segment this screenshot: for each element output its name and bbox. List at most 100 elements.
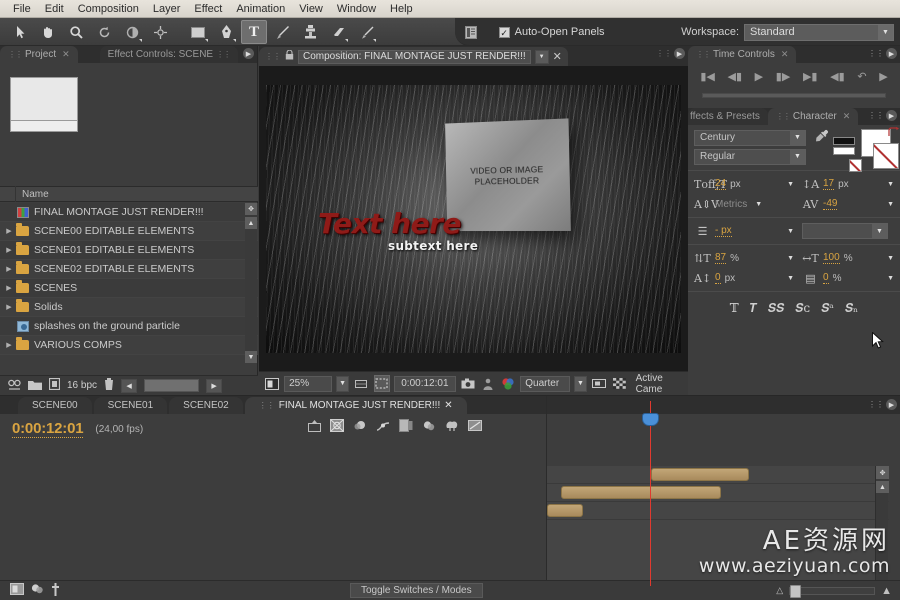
next-frame-icon[interactable]: ▮▶ [776, 70, 791, 83]
scroll-left-button[interactable]: ◀ [121, 379, 137, 393]
first-frame-icon[interactable]: ▮◀ [700, 70, 715, 83]
render-icon[interactable] [51, 583, 60, 599]
menu-composition[interactable]: Composition [71, 0, 146, 18]
twirl-icon[interactable]: ▶ [3, 284, 15, 292]
chevron-down-icon[interactable]: ▼ [535, 50, 549, 64]
resolution-chevron-down-icon[interactable]: ▼ [574, 376, 588, 392]
project-item-folder-solids[interactable]: ▶ Solids [0, 298, 258, 317]
shuttle-slider[interactable] [702, 93, 886, 98]
brush-tool-icon[interactable] [269, 20, 295, 44]
tab-scene02[interactable]: SCENE02 [169, 397, 243, 414]
twirl-icon[interactable]: ▶ [3, 227, 15, 235]
small-caps-icon[interactable]: 𝑺ᴄ [795, 301, 810, 316]
project-item-folder-scene01[interactable]: ▶ SCENE01 EDITABLE ELEMENTS [0, 241, 258, 260]
headline-text[interactable]: Text here [318, 207, 461, 240]
toggle-mask-icon[interactable] [591, 375, 607, 392]
kerning-chevron-down-icon[interactable]: ▼ [755, 201, 762, 208]
tsume-chevron-down-icon[interactable]: ▼ [887, 275, 894, 282]
stroke-width-value[interactable]: - px [715, 225, 732, 237]
kerning-value[interactable]: Metrics [715, 199, 747, 210]
panel-menu-icon[interactable]: ▶ [674, 48, 685, 59]
comp-mini-flowchart-icon[interactable] [31, 583, 44, 598]
roto-brush-tool-icon[interactable] [353, 20, 379, 44]
tab-effects-presets[interactable]: ffects & Presets [688, 108, 768, 125]
bit-depth-label[interactable]: 16 bpc [67, 380, 97, 391]
camera-tool-icon[interactable] [119, 20, 145, 44]
camera-view-label[interactable]: Active Came [632, 376, 688, 392]
menu-animation[interactable]: Animation [229, 0, 292, 18]
close-icon[interactable]: ✕ [843, 111, 851, 122]
close-icon[interactable]: ✕ [62, 49, 70, 60]
scroll-right-button[interactable]: ▶ [206, 379, 222, 393]
close-icon[interactable]: ✕ [444, 400, 452, 411]
composition-panel-menu[interactable]: ⋮⋮ ▶ [656, 48, 685, 59]
twirl-icon[interactable]: ▶ [3, 246, 15, 254]
toggle-switches-modes-button[interactable]: Toggle Switches / Modes [350, 583, 483, 598]
stroke-type-select[interactable]: ▼ [802, 223, 888, 239]
no-color-icon[interactable] [849, 159, 862, 172]
default-colors-icon[interactable] [833, 137, 855, 157]
subtext-text[interactable]: subtext here [388, 239, 478, 253]
last-frame-icon[interactable]: ▶▮ [803, 70, 818, 83]
grid-guides-icon[interactable] [353, 375, 369, 392]
timeline-zoom-slider[interactable] [789, 587, 875, 595]
composition-viewer[interactable]: VIDEO OR IMAGE PLACEHOLDER Text here sub… [259, 66, 688, 371]
tab-time-controls[interactable]: ⋮⋮ Time Controls ✕ [688, 46, 796, 63]
chevron-down-icon[interactable]: ▼ [790, 150, 805, 164]
draft-3d-icon[interactable] [330, 419, 344, 435]
menu-layer[interactable]: Layer [146, 0, 188, 18]
timeline-current-time[interactable]: 0:00:12:01 [12, 420, 83, 438]
tab-effect-controls[interactable]: Effect Controls: SCENE ⋮⋮ [100, 46, 238, 63]
eraser-tool-icon[interactable] [325, 20, 351, 44]
project-panel-menu[interactable]: ▶ [243, 48, 254, 59]
menu-edit[interactable]: Edit [38, 0, 71, 18]
close-icon[interactable]: ✕ [781, 49, 789, 60]
time-controls-panel-menu[interactable]: ⋮⋮ ▶ [868, 48, 897, 59]
auto-open-panels-checkbox[interactable]: ✓ [499, 27, 510, 38]
panels-icon[interactable] [458, 20, 484, 44]
project-item-comp[interactable]: FINAL MONTAGE JUST RENDER!!! [0, 203, 258, 222]
frame-blend-icon[interactable] [422, 420, 436, 435]
audio-icon[interactable]: ◀▮ [830, 70, 845, 83]
timeline-panel-menu[interactable]: ⋮⋮ ▶ [868, 399, 897, 410]
timeline-track-2[interactable] [547, 484, 889, 502]
selection-tool-icon[interactable] [7, 20, 33, 44]
tracking-chevron-down-icon[interactable]: ▼ [887, 201, 894, 208]
layer-duration-bar[interactable] [561, 486, 721, 499]
zoom-out-timeline-icon[interactable]: △ [776, 585, 783, 596]
rotation-tool-icon[interactable] [91, 20, 117, 44]
project-footer-slider[interactable] [144, 379, 199, 392]
transparency-grid-icon[interactable] [611, 375, 627, 392]
chevron-down-icon[interactable]: ▼ [872, 224, 887, 238]
twirl-icon[interactable]: ▶ [3, 341, 15, 349]
show-channel-color-icon[interactable] [500, 375, 516, 392]
project-item-footage-splashes[interactable]: splashes on the ground particle [0, 317, 258, 336]
twirl-icon[interactable]: ▶ [3, 265, 15, 273]
tab-composition[interactable]: ⋮⋮ Composition: FINAL MONTAGE JUST RENDE… [259, 47, 568, 66]
lock-icon[interactable] [285, 50, 294, 63]
zoom-tool-icon[interactable] [63, 20, 89, 44]
loop-icon[interactable]: ↶ [857, 70, 866, 83]
comp-flowchart-icon[interactable] [10, 583, 24, 598]
vertical-scale-chevron-down-icon[interactable]: ▼ [787, 255, 794, 262]
close-icon[interactable]: ✕ [553, 50, 562, 63]
swap-colors-icon[interactable] [888, 127, 899, 141]
resize-grip-icon[interactable]: ✥ [876, 466, 889, 479]
stroke-chevron-down-icon[interactable]: ▼ [787, 228, 794, 235]
pan-behind-tool-icon[interactable] [147, 20, 173, 44]
leading-value[interactable]: 17 [823, 178, 834, 190]
menu-view[interactable]: View [292, 0, 330, 18]
stroke-color-swatch[interactable] [873, 143, 899, 169]
layer-duration-bar[interactable] [547, 504, 583, 517]
project-item-folder-various[interactable]: ▶ VARIOUS COMPS [0, 336, 258, 355]
timeline-zoom-handle[interactable] [790, 585, 801, 598]
tab-scene00[interactable]: SCENE00 [18, 397, 92, 414]
current-time-field[interactable]: 0:00:12:01 [394, 376, 456, 392]
zoom-in-timeline-icon[interactable]: ▲ [881, 585, 892, 597]
leading-chevron-down-icon[interactable]: ▼ [887, 181, 894, 188]
video-image-placeholder[interactable]: VIDEO OR IMAGE PLACEHOLDER [445, 118, 571, 231]
project-item-folder-scene02[interactable]: ▶ SCENE02 EDITABLE ELEMENTS [0, 260, 258, 279]
composition-canvas[interactable]: VIDEO OR IMAGE PLACEHOLDER Text here sub… [266, 85, 681, 353]
menu-window[interactable]: Window [330, 0, 383, 18]
character-panel-menu[interactable]: ⋮⋮ ▶ [868, 110, 897, 121]
